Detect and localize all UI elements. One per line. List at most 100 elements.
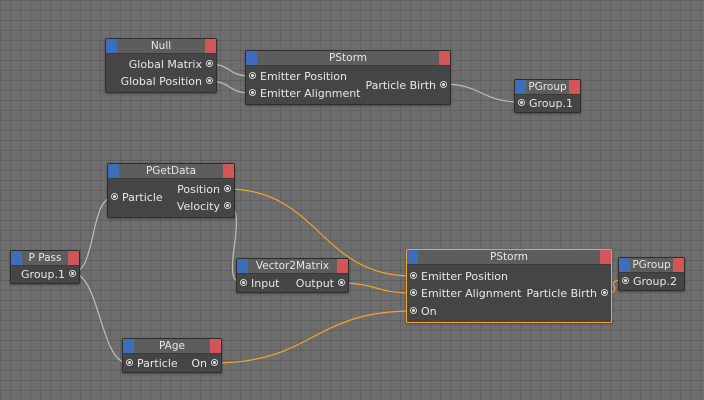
port-label: Emitter Alignment bbox=[260, 87, 361, 100]
port-label: Particle bbox=[137, 357, 178, 370]
node-header[interactable]: PGroup bbox=[515, 80, 580, 95]
output-port-icon[interactable] bbox=[69, 270, 76, 277]
input-port-icon[interactable] bbox=[410, 307, 417, 314]
node-header[interactable]: PGetData bbox=[108, 164, 234, 179]
node-page[interactable]: PAge Particle On bbox=[122, 338, 222, 373]
port-group-1[interactable]: Group.1 bbox=[515, 95, 573, 112]
output-port-icon[interactable] bbox=[211, 359, 218, 366]
node-header[interactable]: P Pass bbox=[11, 251, 79, 266]
output-cap bbox=[569, 80, 580, 94]
output-port-icon[interactable] bbox=[601, 289, 608, 296]
port-position[interactable]: Position bbox=[177, 181, 234, 198]
input-cap bbox=[123, 339, 134, 353]
wire-ppass-to-page[interactable] bbox=[71, 272, 129, 364]
port-label: Group.1 bbox=[21, 268, 65, 281]
wire-vector2matrix-to-pstorm[interactable] bbox=[339, 282, 413, 294]
node-header[interactable]: PAge bbox=[123, 339, 221, 354]
port-particle-birth[interactable]: Particle Birth bbox=[365, 77, 450, 94]
output-cap bbox=[210, 339, 221, 353]
port-label: Position bbox=[177, 183, 220, 196]
output-cap bbox=[205, 39, 216, 53]
output-port-icon[interactable] bbox=[440, 81, 447, 88]
output-cap bbox=[439, 51, 450, 65]
node-pgroup[interactable]: PGroup Group.1 bbox=[514, 79, 581, 113]
node-title: PStorm bbox=[329, 52, 367, 64]
node-pstorm[interactable]: PStorm Emitter Position Emitter Alignmen… bbox=[245, 50, 451, 105]
output-port-icon[interactable] bbox=[338, 279, 345, 286]
node-title: Null bbox=[150, 40, 172, 52]
output-cap bbox=[68, 251, 79, 265]
node-title: PAge bbox=[159, 340, 185, 352]
input-port-icon[interactable] bbox=[111, 193, 118, 200]
port-label: Particle Birth bbox=[365, 79, 436, 92]
port-particle[interactable]: Particle bbox=[123, 355, 178, 372]
port-on[interactable]: On bbox=[191, 355, 221, 372]
port-output[interactable]: Output bbox=[296, 275, 348, 292]
port-label: Group.2 bbox=[633, 275, 677, 288]
port-emitter-alignment[interactable]: Emitter Alignment bbox=[407, 285, 522, 302]
port-label: Global Matrix bbox=[128, 58, 202, 71]
node-title: PStorm bbox=[490, 251, 528, 263]
output-port-icon[interactable] bbox=[224, 185, 231, 192]
port-emitter-position[interactable]: Emitter Position bbox=[246, 68, 347, 85]
input-port-icon[interactable] bbox=[249, 89, 256, 96]
port-label: Output bbox=[295, 277, 334, 290]
port-label: Particle Birth bbox=[526, 287, 597, 300]
node-header[interactable]: PGroup bbox=[619, 258, 684, 273]
port-group-2[interactable]: Group.2 bbox=[619, 273, 677, 290]
port-particle[interactable]: Particle bbox=[108, 189, 163, 206]
port-on[interactable]: On bbox=[407, 303, 437, 320]
input-port-icon[interactable] bbox=[622, 277, 629, 284]
node-p-pass[interactable]: P Pass Group.1 bbox=[10, 250, 80, 284]
node-header[interactable]: PStorm bbox=[407, 250, 611, 265]
input-port-icon[interactable] bbox=[126, 359, 133, 366]
port-velocity[interactable]: Velocity bbox=[177, 198, 234, 215]
node-header[interactable]: PStorm bbox=[246, 51, 450, 66]
port-group-1[interactable]: Group.1 bbox=[21, 266, 79, 283]
wire-page-on-to-pstorm[interactable] bbox=[213, 310, 413, 364]
node-pgetdata[interactable]: PGetData Particle Position Velocity bbox=[107, 163, 235, 218]
input-port-icon[interactable] bbox=[240, 279, 247, 286]
port-global-matrix[interactable]: Global Matrix bbox=[129, 56, 216, 73]
port-label: Emitter Position bbox=[421, 270, 508, 283]
output-cap bbox=[673, 258, 684, 272]
node-vector2matrix[interactable]: Vector2Matrix Input Output bbox=[236, 258, 349, 293]
port-label: Particle bbox=[122, 191, 163, 204]
input-cap bbox=[237, 259, 248, 273]
output-cap bbox=[223, 164, 234, 178]
node-title: Vector2Matrix bbox=[255, 260, 330, 272]
wire-pstorm-to-pgroup[interactable] bbox=[442, 83, 521, 103]
node-pstorm-selected[interactable]: PStorm Emitter Position Emitter Alignmen… bbox=[406, 249, 612, 323]
port-label: Global Position bbox=[120, 75, 202, 88]
input-cap bbox=[619, 258, 630, 272]
port-emitter-position[interactable]: Emitter Position bbox=[407, 268, 508, 285]
input-port-icon[interactable] bbox=[410, 289, 417, 296]
output-port-icon[interactable] bbox=[206, 77, 213, 84]
node-pgroup-2[interactable]: PGroup Group.2 bbox=[618, 257, 685, 291]
node-title: PGetData bbox=[145, 165, 197, 177]
output-port-icon[interactable] bbox=[224, 202, 231, 209]
input-cap bbox=[515, 80, 526, 94]
output-cap bbox=[337, 259, 348, 273]
port-particle-birth[interactable]: Particle Birth bbox=[526, 285, 611, 302]
port-label: Velocity bbox=[176, 200, 220, 213]
node-header[interactable]: Null bbox=[106, 39, 216, 54]
input-cap bbox=[246, 51, 257, 65]
input-port-icon[interactable] bbox=[410, 272, 417, 279]
input-cap bbox=[108, 164, 119, 178]
port-global-position[interactable]: Global Position bbox=[121, 73, 216, 90]
input-cap bbox=[106, 39, 117, 53]
port-label: Emitter Position bbox=[260, 70, 347, 83]
output-cap bbox=[600, 250, 611, 264]
port-label: Emitter Alignment bbox=[421, 287, 522, 300]
port-emitter-alignment[interactable]: Emitter Alignment bbox=[246, 85, 361, 102]
node-null[interactable]: Null Global Matrix Global Position bbox=[105, 38, 217, 93]
port-label: On bbox=[191, 357, 207, 370]
input-port-icon[interactable] bbox=[249, 72, 256, 79]
port-label: Group.1 bbox=[529, 97, 573, 110]
output-port-icon[interactable] bbox=[206, 60, 213, 67]
port-label: On bbox=[421, 305, 437, 318]
port-input[interactable]: Input bbox=[237, 275, 279, 292]
node-header[interactable]: Vector2Matrix bbox=[237, 259, 348, 274]
input-port-icon[interactable] bbox=[518, 99, 525, 106]
